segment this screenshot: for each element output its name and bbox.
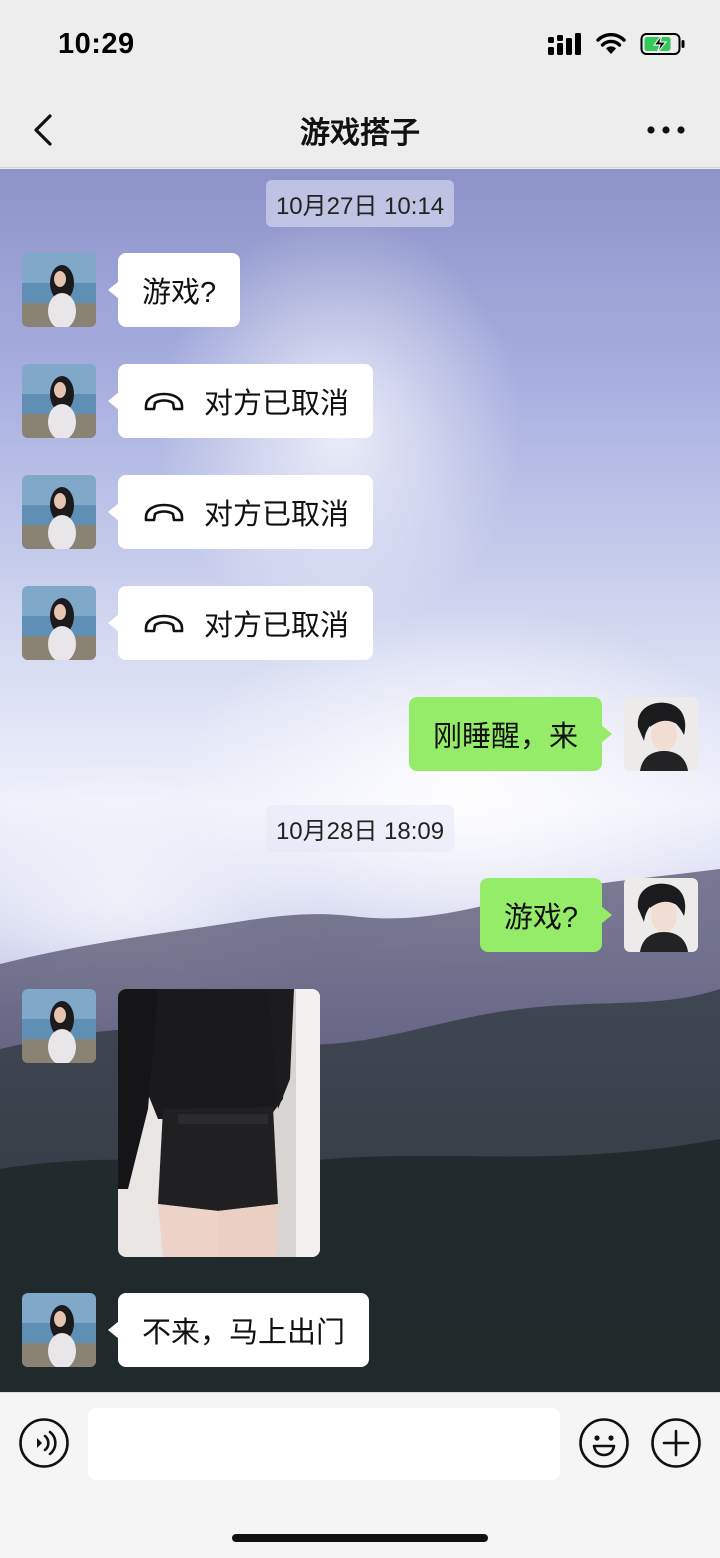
chat-title: 游戏搭子 [300, 117, 420, 150]
contact-avatar[interactable] [22, 586, 96, 660]
my-avatar-image [624, 878, 698, 952]
more-dots-icon [647, 126, 685, 134]
timestamp-text: 10月27日 10:14 [265, 180, 455, 227]
contact-avatar-image [22, 475, 96, 549]
voice-icon [19, 1418, 69, 1468]
status-bar: 10:29 [0, 0, 720, 90]
contact-avatar[interactable] [22, 1293, 96, 1367]
my-avatar-image [624, 697, 698, 771]
contact-avatar[interactable] [22, 475, 96, 549]
input-bar [0, 1392, 720, 1558]
my-avatar[interactable] [624, 878, 698, 952]
call-record-bubble[interactable]: 对方已取消 [107, 475, 374, 549]
emoji-button[interactable] [578, 1417, 630, 1469]
message-bubble-sent[interactable]: 游戏? [479, 878, 613, 952]
message-input[interactable] [88, 1408, 560, 1480]
contact-avatar[interactable] [22, 253, 96, 327]
my-avatar[interactable] [624, 697, 698, 771]
message-bubble-received[interactable]: 不来，马上出门 [107, 1293, 370, 1367]
timestamp: 10月28日 18:09 [0, 805, 720, 852]
voice-input-button[interactable] [18, 1417, 70, 1469]
image-message-photo [118, 989, 320, 1257]
contact-avatar[interactable] [22, 364, 96, 438]
status-time: 10:29 [58, 28, 135, 60]
more-functions-button[interactable] [650, 1417, 702, 1469]
call-status-text: 对方已取消 [204, 610, 350, 642]
signal-icon [548, 33, 581, 55]
call-status-text: 对方已取消 [204, 499, 350, 531]
more-options-button[interactable] [646, 112, 686, 148]
timestamp: 10月27日 10:14 [0, 180, 720, 227]
chat-area[interactable]: 10月27日 10:14 游戏? 对方已取消 对方已取消 对方已取消 刚睡醒，来… [0, 169, 720, 1392]
image-message[interactable] [118, 989, 320, 1257]
wifi-icon [596, 33, 626, 54]
message-text: 不来，马上出门 [142, 1317, 346, 1349]
call-record-bubble[interactable]: 对方已取消 [107, 586, 374, 660]
emoji-icon [579, 1418, 629, 1468]
contact-avatar-image [22, 253, 96, 327]
timestamp-text: 10月28日 18:09 [265, 805, 455, 852]
hang-up-phone-icon [144, 614, 184, 633]
status-icons [548, 32, 686, 56]
battery-charging-icon [640, 33, 685, 55]
contact-avatar-image [22, 989, 96, 1063]
call-status-text: 对方已取消 [204, 388, 350, 420]
call-record-bubble[interactable]: 对方已取消 [107, 364, 374, 438]
message-bubble-received[interactable]: 游戏? [107, 253, 241, 327]
message-text: 刚睡醒，来 [432, 721, 578, 753]
hang-up-phone-icon [144, 503, 184, 522]
hang-up-phone-icon [144, 392, 184, 411]
message-bubble-sent[interactable]: 刚睡醒，来 [408, 697, 613, 771]
contact-avatar-image [22, 1293, 96, 1367]
home-indicator[interactable] [232, 1534, 488, 1542]
contact-avatar-image [22, 364, 96, 438]
contact-avatar-image [22, 586, 96, 660]
message-text: 游戏? [142, 277, 217, 309]
contact-avatar[interactable] [22, 989, 96, 1063]
message-text: 游戏? [503, 902, 578, 934]
plus-icon [651, 1418, 701, 1468]
nav-bar: 游戏搭子 [0, 90, 720, 168]
